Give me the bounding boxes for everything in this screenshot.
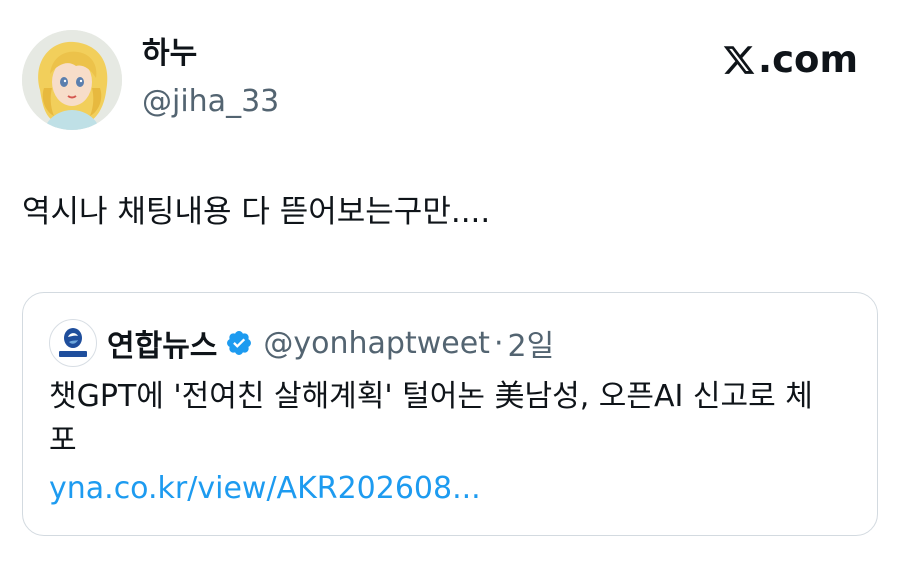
quoted-author-name[interactable]: 연합뉴스 xyxy=(107,321,217,365)
yonhap-logo-icon xyxy=(51,321,95,365)
quoted-tweet-card[interactable]: 연합뉴스 @yonhaptweet · 2일 챗GPT에 '전여친 살해계획' … xyxy=(22,292,878,536)
author-avatar[interactable] xyxy=(22,30,122,130)
tweet-text: 역시나 채팅내용 다 뜯어보는구만.... xyxy=(22,194,491,230)
separator-dot: · xyxy=(493,325,504,361)
brand-label: .com xyxy=(758,38,858,81)
quoted-tweet-timestamp[interactable]: 2일 xyxy=(508,321,555,365)
quoted-tweet-link[interactable]: yna.co.kr/view/AKR202608... xyxy=(49,469,481,509)
quoted-tweet-text: 챗GPT에 '전여친 살해계획' 털어논 美남성, 오픈AI 신고로 체포 xyxy=(49,379,813,458)
brand-watermark: .com xyxy=(722,40,858,80)
anime-portrait-avatar-icon xyxy=(22,30,122,130)
x-logo-icon xyxy=(723,46,755,74)
author-handle[interactable]: @jiha_33 xyxy=(142,84,279,120)
author-display-name[interactable]: 하누 xyxy=(142,36,197,72)
quoted-tweet-header: 연합뉴스 @yonhaptweet · 2일 xyxy=(49,315,554,371)
quoted-author-avatar[interactable] xyxy=(49,319,97,367)
verified-badge-icon xyxy=(227,331,252,355)
quoted-author-handle[interactable]: @yonhaptweet xyxy=(263,326,490,361)
